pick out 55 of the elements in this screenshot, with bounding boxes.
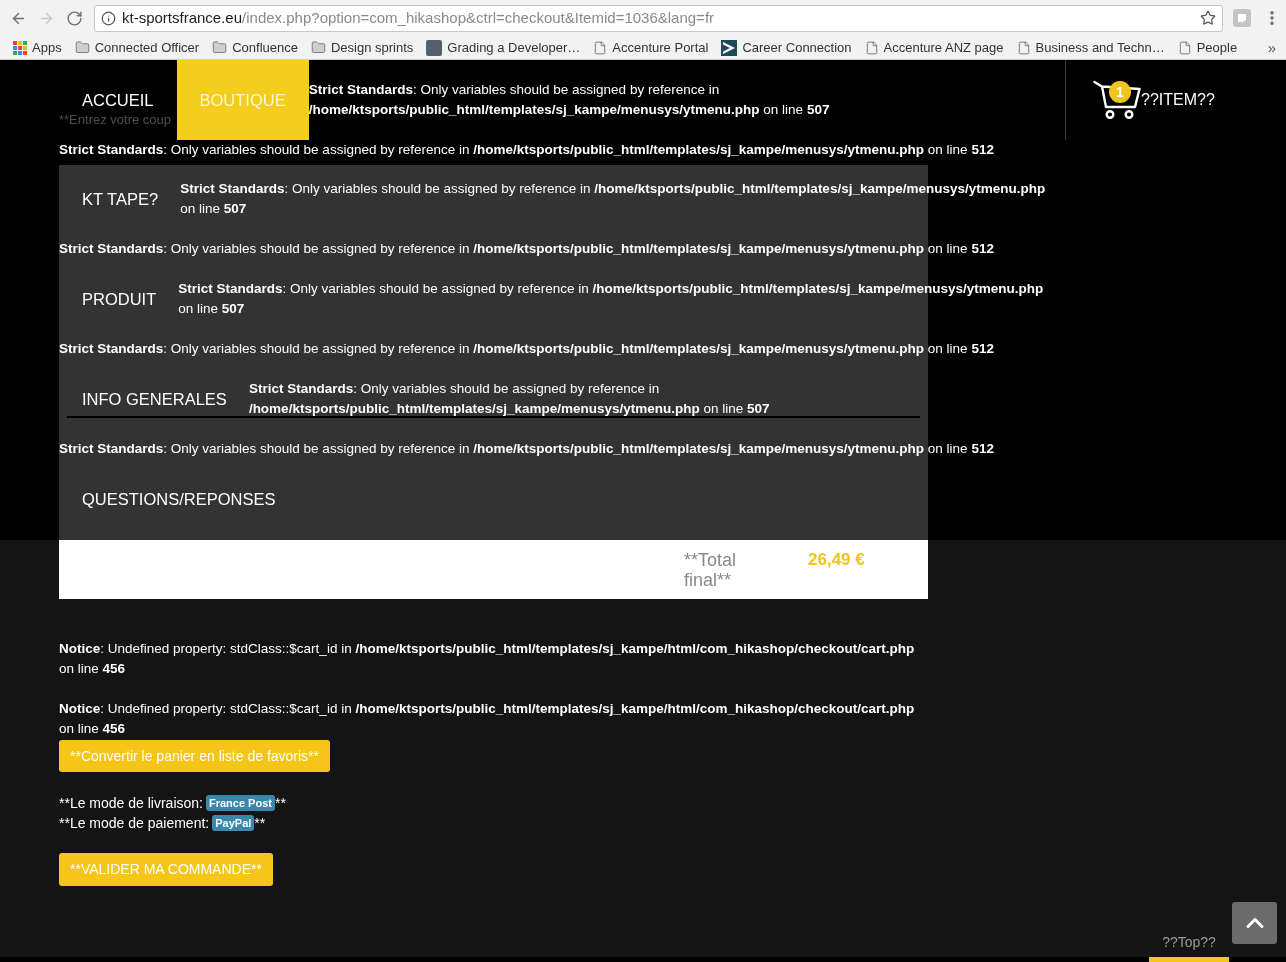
cart-label[interactable]: ??ITEM?? <box>1141 90 1215 110</box>
method-badge: PayPal <box>212 815 255 831</box>
bookmark-item[interactable]: People <box>1177 39 1238 56</box>
page-icon <box>1016 40 1031 55</box>
top-link[interactable]: ??Top?? <box>1149 934 1229 950</box>
error-message: Strict Standards: Only variables should be assigned by reference in /home/ktsports/public_html/templates/sj_kampe/menusys/ytmenu.php on line 507 <box>248 380 771 418</box>
page-icon <box>864 40 879 55</box>
total-amount: 26,49 € <box>808 550 865 570</box>
page-icon <box>1177 40 1192 55</box>
error-message: Strict Standards: Only variables should be assigned by reference in /home/ktsports/public_html/templates/sj_kampe/menusys/ytmenu.php on line 512 <box>59 440 994 458</box>
menu-item[interactable]: PRODUIT <box>82 289 157 309</box>
bookmark-item[interactable]: Design sprints <box>310 39 414 56</box>
bookmark-item[interactable]: Business and Techn… <box>1016 39 1165 56</box>
total-label: **Total final** <box>684 550 738 590</box>
method-suffix: ** <box>254 813 266 833</box>
photo-placeholder <box>426 39 443 56</box>
url-text: kt-sportsfrance.eu/index.php?option=com_hikashop&ctrl=checkout&Itemid=1036&lang=fr <box>122 9 715 27</box>
chevron-logo-icon <box>721 39 738 56</box>
coupon-hint-text: **Entrez votre coup <box>59 112 171 128</box>
page-icon <box>593 40 608 55</box>
menu-item[interactable]: QUESTIONS/REPONSES <box>82 489 276 509</box>
notice-message: Notice: Undefined property: stdClass::$cart_id in /home/ktsports/public_html/templates/sj_kampe/html/com_hikashop/checkout/cart.php on line 456 <box>59 640 916 678</box>
folder-icon <box>310 40 326 55</box>
error-message: Strict Standards: Only variables should be assigned by reference in /home/ktsports/public_html/templates/sj_kampe/menusys/ytmenu.php on line 507 <box>180 180 1047 218</box>
folder-icon <box>212 40 228 55</box>
error-message: Strict Standards: Only variables should be assigned by reference in /home/ktsports/public_html/templates/sj_kampe/menusys/ytmenu.php on line 507 <box>308 81 831 119</box>
cart-count-badge: 1 <box>1109 81 1131 103</box>
error-message: Strict Standards: Only variables should be assigned by reference in /home/ktsports/public_html/templates/sj_kampe/menusys/ytmenu.php on line 507 <box>178 280 1045 318</box>
bookmarks-overflow[interactable]: » <box>1267 39 1276 56</box>
bookmark-item[interactable]: Grading a Developer… <box>426 39 581 56</box>
method-suffix: ** <box>274 793 286 813</box>
site-info-icon[interactable] <box>101 10 116 26</box>
method-label: **Le mode de livraison: <box>59 793 203 813</box>
apps-grid-icon <box>13 40 27 55</box>
bookmark-item[interactable]: Apps <box>13 39 62 56</box>
error-message: Strict Standards: Only variables should be assigned by reference in /home/ktsports/public_html/templates/sj_kampe/menusys/ytmenu.php on line 512 <box>59 340 994 358</box>
method-badge: France Post <box>206 795 275 811</box>
bookmark-item[interactable]: Accenture Portal <box>593 39 709 56</box>
bookmark-item[interactable]: Accenture ANZ page <box>864 39 1004 56</box>
bookmark-item[interactable]: Confluence <box>212 39 298 56</box>
error-message: Strict Standards: Only variables should be assigned by reference in /home/ktsports/public_html/templates/sj_kampe/menusys/ytmenu.php on line 512 <box>59 240 994 258</box>
error-message: Strict Standards: Only variables should be assigned by reference in /home/ktsports/public_html/templates/sj_kampe/menusys/ytmenu.php on line 512 <box>59 141 994 159</box>
nav-link[interactable]: ACCUEIL <box>59 90 177 110</box>
bookmark-item[interactable]: Career Connection <box>721 39 852 56</box>
shopping-cart-icon[interactable] <box>1093 80 1141 120</box>
method-label: **Le mode de paiement: <box>59 813 210 833</box>
back-to-top-button[interactable] <box>1232 902 1277 944</box>
address-bar[interactable]: kt-sportsfrance.eu/index.php?option=com_hikashop&ctrl=checkout&Itemid=1036&lang=fr <box>94 4 1223 32</box>
menu-item[interactable]: INFO GENERALES <box>82 389 227 409</box>
bookmark-star-icon[interactable] <box>1200 10 1216 26</box>
notice-message: Notice: Undefined property: stdClass::$cart_id in /home/ktsports/public_html/templates/sj_kampe/html/com_hikashop/checkout/cart.php on line 456 <box>59 700 916 738</box>
bookmark-item[interactable]: Connected Officer <box>74 39 200 56</box>
folder-icon <box>74 40 90 55</box>
menu-item[interactable]: KT TAPE? <box>82 189 159 209</box>
reload-icon <box>65 9 83 27</box>
